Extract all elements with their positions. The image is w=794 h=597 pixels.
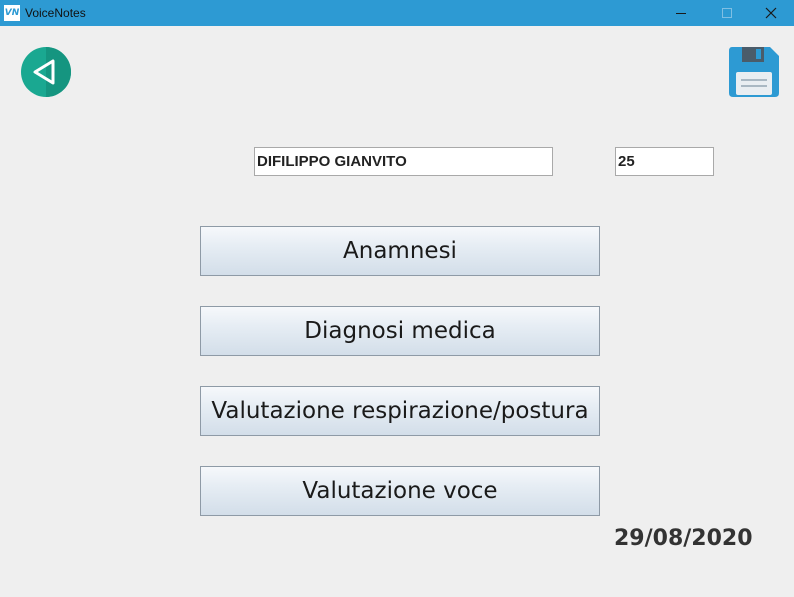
app-window: VN VoiceNotes DIFILIPPO GIANVITO 25 Anam… — [0, 0, 794, 597]
diagnosi-medica-button[interactable]: Diagnosi medica — [200, 306, 600, 356]
minimize-icon — [676, 13, 686, 14]
app-logo-icon: VN — [4, 5, 20, 21]
back-button[interactable] — [20, 46, 72, 98]
patient-age-field[interactable] — [615, 147, 714, 176]
close-button[interactable] — [748, 0, 794, 26]
back-arrow-icon — [21, 47, 71, 97]
close-icon — [765, 7, 777, 19]
patient-name-field[interactable] — [254, 147, 553, 176]
title-bar: VN VoiceNotes — [0, 0, 794, 26]
valutazione-respirazione-button[interactable]: Valutazione respirazione/postura — [200, 386, 600, 436]
floppy-disk-icon — [729, 47, 779, 97]
window-title: VoiceNotes — [25, 6, 86, 20]
save-button[interactable] — [727, 45, 781, 99]
maximize-button[interactable] — [704, 0, 750, 26]
session-date: 29/08/2020 — [614, 526, 753, 551]
valutazione-voce-button[interactable]: Valutazione voce — [200, 466, 600, 516]
minimize-button[interactable] — [658, 0, 704, 26]
maximize-icon — [722, 8, 732, 18]
anamnesi-button[interactable]: Anamnesi — [200, 226, 600, 276]
